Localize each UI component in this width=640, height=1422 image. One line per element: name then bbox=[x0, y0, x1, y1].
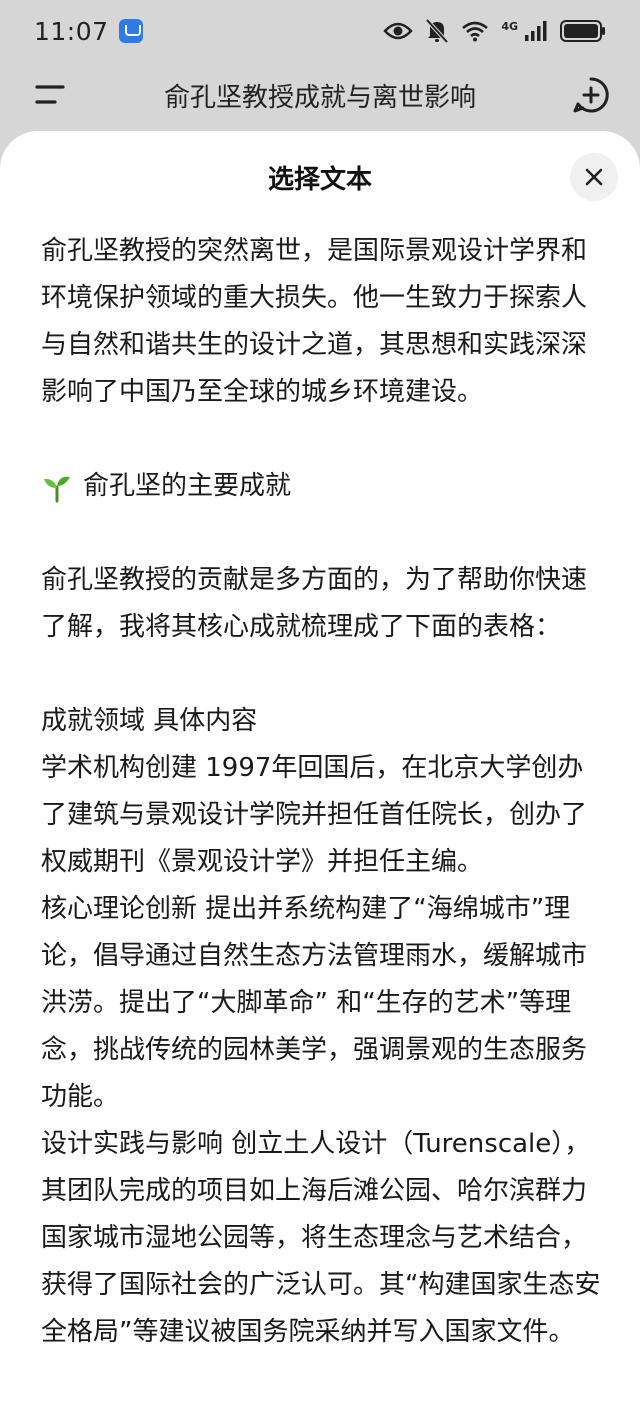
sheet-title: 选择文本 bbox=[267, 165, 372, 195]
wifi-icon bbox=[462, 21, 489, 42]
intro-paragraph[interactable]: 俞孔坚教授的突然离世，是国际景观设计学界和环境保护领域的重大损失。他一生致力于探… bbox=[41, 228, 601, 416]
conversation-title: 俞孔坚教授成就与离世影响 bbox=[163, 82, 476, 113]
lead-paragraph[interactable]: 俞孔坚教授的贡献是多方面的，为了帮助你快速了解，我将其核心成就梳理成了下面的表格… bbox=[41, 557, 601, 651]
menu-icon bbox=[35, 85, 65, 104]
section-heading[interactable]: 俞孔坚的主要成就 bbox=[41, 463, 601, 510]
status-left: 11:07 bbox=[34, 17, 143, 46]
status-time: 11:07 bbox=[34, 16, 109, 46]
status-bar: 11:07 4G bbox=[0, 0, 640, 62]
section-heading-text[interactable]: 俞孔坚的主要成就 bbox=[83, 463, 291, 510]
app-notification-icon bbox=[118, 19, 143, 43]
new-chat-button[interactable] bbox=[572, 76, 610, 114]
app-header: 俞孔坚教授成就与离世影响 bbox=[0, 62, 640, 128]
table-header-line[interactable]: 成就领域 具体内容 bbox=[41, 698, 601, 745]
add-circle-icon bbox=[573, 77, 609, 113]
menu-button[interactable] bbox=[34, 82, 66, 108]
close-icon bbox=[585, 168, 603, 186]
close-button[interactable] bbox=[570, 153, 618, 201]
mute-bell-icon bbox=[425, 18, 449, 44]
signal-icon bbox=[525, 21, 547, 41]
battery-icon bbox=[560, 20, 605, 42]
seedling-emoji-icon bbox=[44, 476, 70, 502]
table-row-academic[interactable]: 学术机构创建 1997年回国后，在北京大学创办了建筑与景观设计学院并担任首任院长… bbox=[41, 745, 601, 886]
network-type-label: 4G bbox=[501, 19, 518, 33]
table-row-practice[interactable]: 设计实践与影响 创立土人设计（Turenscale），其团队完成的项目如上海后滩… bbox=[41, 1121, 601, 1356]
table-row-theory[interactable]: 核心理论创新 提出并系统构建了“海绵城市”理论，倡导通过自然生态方法管理雨水，缓… bbox=[41, 886, 601, 1121]
select-text-sheet: 选择文本 俞孔坚教授的突然离世，是国际景观设计学界和环境保护领域的重大损失。他一… bbox=[0, 131, 640, 1422]
status-right: 4G bbox=[383, 18, 606, 44]
eye-icon bbox=[383, 22, 414, 40]
selectable-text-content[interactable]: 俞孔坚教授的突然离世，是国际景观设计学界和环境保护领域的重大损失。他一生致力于探… bbox=[41, 228, 601, 1356]
